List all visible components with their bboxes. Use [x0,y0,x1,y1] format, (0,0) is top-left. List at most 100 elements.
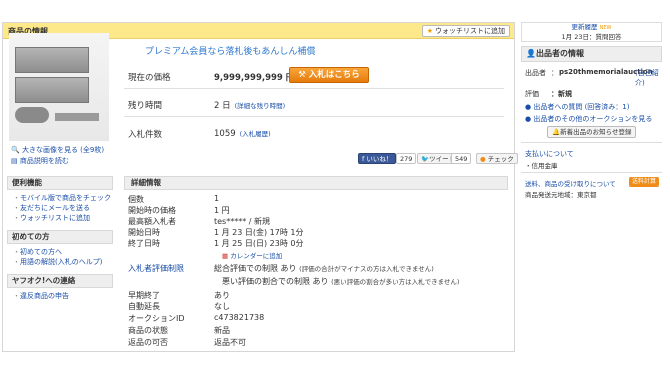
nav-watchlist-link[interactable]: ウォッチリストに追加 [13,213,90,223]
nav-mail-friend-link[interactable]: 友だちにメールを送る [13,203,90,213]
detail-value: c473821738 [214,313,265,322]
check-label: チェック [487,155,514,163]
view-large-image-link[interactable]: 🔍 大きな画像を見る (全9枚) [11,145,104,155]
detail-value: 新品 [214,326,230,335]
bad-rating-note: (悪い評価の割合が多い方は入札できません) [331,278,460,286]
detail-key: オークションID [128,314,185,323]
product-image[interactable] [9,33,109,141]
bid-button[interactable]: ⚒ 入札はこちら [289,67,369,83]
user-icon: 👤 [526,49,536,58]
rating-label: 評価 [525,90,539,98]
console-bottom [15,77,89,103]
camera-shape [55,113,99,121]
new-listing-alert-button[interactable]: 🔔新着出品のお知らせ登録 [547,126,637,138]
detail-value: 1 [214,194,220,203]
detail-value: 1 月 25 日(日) 23時 0分 [214,239,304,248]
new-badge: NEW [599,25,612,31]
detail-key: 商品の状態 [128,326,168,335]
magnifier-icon: 🔍 [11,146,20,154]
nav-section-beginner: 初めての方 [7,230,113,244]
divider [521,142,662,143]
self-intro-link[interactable]: (自己紹介) [635,68,662,88]
calendar-icon: ▦ [222,252,231,260]
shipping-calc-button[interactable]: 送料計算 [629,177,660,187]
detail-value: 1 円 [214,206,230,215]
watchlist-label: ウォッチリストに追加 [435,27,505,35]
seller-info-header: 👤出品者の情報 [521,46,662,62]
view-large-image-label: 大きな画像を見る (全9枚) [21,146,105,154]
seller-label-sep: ： [551,69,558,77]
time-left-label: 残り時間 [128,101,163,111]
seller-sidebar: 更新履歴 NEW 1月 23日：質問回答 👤出品者の情報 出品者 ： ps20t… [521,22,662,352]
detail-key: 終了日時 [128,239,160,248]
detail-value: 1 月 23 日(金) 17時 1分 [214,228,304,237]
detail-key: 最高額入札者 [128,217,176,226]
document-icon: ▤ [11,157,18,165]
detail-value: 返品不可 [214,338,246,347]
detail-value: tes***** / 新規 [214,217,271,226]
new-listing-alert-label: 新着出品のお知らせ登録 [560,128,632,136]
console-top [15,47,89,73]
like-count: 279 [396,153,417,164]
update-history-link[interactable]: 更新履歴 [572,23,598,31]
payment-link[interactable]: 支払いについて [525,149,574,159]
detail-key: 開始時の価格 [128,206,176,215]
rating-value-text: 新規 [558,90,572,98]
divider [521,172,662,173]
detail-key: 早期終了 [128,291,160,300]
seller-question-label: 出品者への質問 (回答済み：1) [533,103,630,111]
tweet-count: 549 [451,153,472,164]
time-left-text: 2 日 [214,101,231,111]
seller-other-auctions-link[interactable]: ● 出品者のその他のオークションを見る [525,114,652,124]
controller-shape [15,107,49,123]
bid-history-link[interactable]: (入札履歴) [240,130,271,138]
details-header: 詳細情報 [124,176,508,190]
payment-method: ・信用金庫 [525,162,558,170]
bid-button-label: 入札はこちら [308,70,360,80]
seller-other-label: 出品者のその他のオークションを見る [533,115,653,123]
hammer-icon: ⚒ [298,70,309,80]
watchlist-button[interactable]: ★ ウォッチリストに追加 [421,25,510,37]
read-description-link[interactable]: ▤ 商品説明を読む [11,156,69,166]
nav-report-link[interactable]: 違反商品の申告 [13,291,69,301]
check-icon: ● [480,155,488,163]
bad-rating-text: 悪い評価の割合での制限 あり [222,277,329,286]
bell-icon: 🔔 [552,128,561,136]
facebook-like-button[interactable]: f いいね！ [358,153,397,164]
nav-section-tools: 便利機能 [7,176,113,190]
bid-count-text: 1059 [214,129,236,139]
nav-mobile-link[interactable]: モバイル版で商品をチェック [13,193,111,203]
nav-beginner-link[interactable]: 初めての方へ [13,247,62,257]
nav-glossary-link[interactable]: 用語の解説(入札のヘルプ) [13,257,102,267]
detail-value: 悪い評価の割合での制限 あり (悪い評価の割合が多い方は入札できません) [222,276,459,287]
current-price-value: 9,999,999,999 円 [214,73,295,83]
time-detail-link[interactable]: (詳細な残り時間) [235,102,286,110]
add-calendar-link[interactable]: ▦ カレンダーに追加 [222,250,282,260]
rating-value: ：新規 [551,90,572,98]
star-icon: ★ [426,27,433,35]
detail-value: なし [214,302,230,311]
divider [124,88,504,89]
update-history-date: 1月 23日：質問回答 [561,33,622,41]
divider [124,116,504,117]
like-label: いいね！ [366,155,393,163]
rating-limit-note: (評価の合計がマイナスの方は入札できません) [299,265,434,273]
read-description-label: 商品説明を読む [19,157,69,165]
premium-promo-link[interactable]: プレミアム会員なら落札後もあんしん補償 [145,44,315,57]
twitter-icon: 🐦 [421,155,430,163]
seller-question-link[interactable]: ● 出品者への質問 (回答済み：1) [525,102,629,112]
time-left-value: 2 日 (詳細な残り時間) [214,99,285,111]
add-calendar-label: カレンダーに追加 [230,252,283,260]
nav-section-contact: ヤフオク!への連絡 [7,274,113,288]
detail-key: 自動延長 [128,302,160,311]
detail-value: あり [214,291,230,300]
update-history: 更新履歴 NEW 1月 23日：質問回答 [521,22,662,42]
check-button[interactable]: ● チェック [476,153,518,164]
shipping-link[interactable]: 送料、商品の受け取りについて [525,178,616,188]
seller-info-title: 出品者の情報 [535,49,584,58]
bidder-rating-limit-link[interactable]: 入札者評価制限 [128,263,184,274]
detail-key: 個数 [128,195,144,204]
detail-value: 総合評価での制限 あり (評価の合計がマイナスの方は入札できません) [214,263,434,274]
ship-from: 商品発送元地域：東京都 [525,191,597,199]
current-price-label: 現在の価格 [128,73,171,83]
